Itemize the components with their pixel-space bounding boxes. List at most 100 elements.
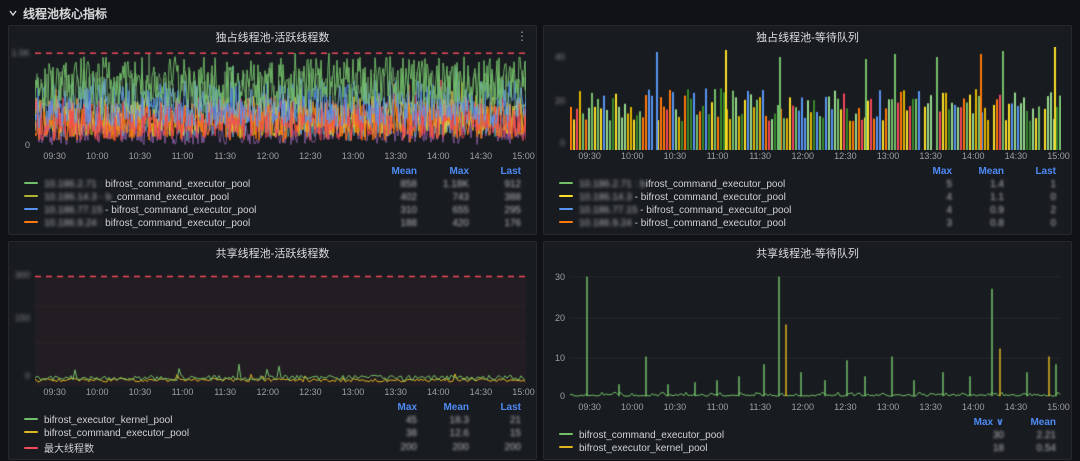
panel-title[interactable]: 独占线程池-活跃线程数 <box>216 29 330 45</box>
legend-row: 10.186.14.3 - b_command_executor_pool 402… <box>21 191 524 204</box>
legend-value: 18 <box>992 443 1004 454</box>
legend-row: bifrost_executor_kernel_pool 45 18.3 21 <box>21 414 524 427</box>
x-axis-tick: 15:00 <box>512 387 535 397</box>
legend-series-label[interactable]: _command_executor_pool <box>111 192 229 203</box>
x-axis-tick: 12:30 <box>299 151 322 161</box>
legend-row: bifrost_command_executor_pool 30 2.21 <box>556 429 1059 442</box>
legend-value: 15 <box>509 428 521 439</box>
legend-value: 200 <box>452 442 469 453</box>
x-axis-tick: 13:30 <box>919 402 942 412</box>
legend-col-header[interactable]: Mean <box>955 165 1007 178</box>
panel-body: 40 20 0 09:30 10:00 10:30 11:00 11:30 12:00 12:3… <box>544 47 1071 234</box>
panel-body: 1.5K 0 09:30 10:00 10:30 11:00 11:30 12:00 12:3… <box>9 47 536 234</box>
x-axis-tick: 12:00 <box>791 151 815 161</box>
legend-col-header[interactable]: Max <box>903 165 955 178</box>
legend-series-label[interactable]: bifrost_executor_kernel_pool <box>579 443 707 454</box>
chart-canvas[interactable] <box>35 263 526 386</box>
legend-col-header[interactable]: Mean <box>1007 416 1059 429</box>
legend-col-header[interactable]: Max <box>420 165 472 178</box>
x-axis-tick: 11:00 <box>171 387 194 397</box>
x-axis: 09:30 10:00 10:30 11:00 11:30 12:00 12:30 13:00… <box>35 387 534 400</box>
x-axis-tick: 10:30 <box>128 151 152 161</box>
panel-body: 30 20 10 0 09:30 10:00 10:30 11:00 11:30 12:00 12… <box>544 263 1071 459</box>
x-axis-tick: 14:30 <box>469 151 493 161</box>
legend-series-label[interactable]: bifrost_command_executor_pool <box>579 430 724 441</box>
x-axis-tick: 13:00 <box>341 387 365 397</box>
row-collapse-chevron-icon[interactable] <box>8 8 18 18</box>
y-axis-tick: 20 <box>554 95 565 106</box>
plot-area <box>35 47 526 150</box>
legend-series-label[interactable]: - bifrost_command_executor_pool <box>637 205 791 216</box>
legend-col-header[interactable]: Max ∨ <box>955 416 1007 429</box>
legend-value: 45 <box>405 415 417 426</box>
legend-row: 10.186.9.24 : bifrost_command_executor_p… <box>21 217 524 230</box>
x-axis-tick: 13:30 <box>384 387 407 397</box>
legend-series-swatch-icon <box>24 446 38 449</box>
x-axis-tick: 14:30 <box>469 387 493 397</box>
legend-series-swatch-icon <box>24 220 38 223</box>
dashboard-row-header[interactable]: 线程池核心指标 <box>8 5 1072 21</box>
x-axis-tick: 10:30 <box>128 387 152 397</box>
y-axis-tick: 300 <box>14 270 30 281</box>
x-axis: 09:30 10:00 10:30 11:00 11:30 12:00 12:30 13:00… <box>35 151 534 164</box>
panel-body: 300 150 0 09:30 10:00 10:30 11:00 11:30 12:00 12… <box>9 263 536 459</box>
legend-series-swatch-icon <box>24 417 38 420</box>
panel-title[interactable]: 共享线程池-活跃线程数 <box>216 245 330 261</box>
legend-col-header[interactable]: Last <box>472 165 524 178</box>
legend-col-header[interactable]: Last <box>1007 165 1059 178</box>
legend-col-header[interactable]: Mean <box>368 165 420 178</box>
x-axis-tick: 12:00 <box>791 402 815 412</box>
x-axis-tick: 14:00 <box>962 151 985 161</box>
legend-series-swatch-icon <box>24 194 38 197</box>
chart-canvas[interactable] <box>570 263 1061 401</box>
legend-series-label[interactable]: - bifrost_command_executor_pool <box>632 218 786 229</box>
legend-col-header[interactable]: Mean <box>420 401 472 414</box>
panel-header[interactable]: 独占线程池-等待队列 <box>544 26 1071 47</box>
legend: Max Mean Last bifrost_executor_kernel_pool 4… <box>9 400 536 459</box>
legend-value: 0 <box>1050 218 1056 229</box>
legend-series-label[interactable]: - bifrost_command_executor_pool <box>102 205 256 216</box>
y-axis-tick: 0 <box>559 137 565 148</box>
legend-series-label[interactable]: 最大线程数 <box>44 444 94 455</box>
panel-exclusive-pool-active-threads: 独占线程池-活跃线程数 ⋮ 1.5K 0 09:30 10:00 10:30 11:00… <box>8 25 537 235</box>
legend-value: 0.8 <box>990 218 1004 229</box>
y-axis-tick: 30 <box>554 271 565 282</box>
x-axis-tick: 15:00 <box>512 151 535 161</box>
legend-series-label[interactable]: ifrost_command_executor_pool <box>646 179 786 190</box>
row-title[interactable]: 线程池核心指标 <box>23 5 107 22</box>
legend-row: 10.186.2.71 : bifrost_command_executor_p… <box>556 178 1059 191</box>
legend-col-header[interactable]: Last <box>472 401 524 414</box>
x-axis-tick: 11:00 <box>171 151 194 161</box>
panel-title[interactable]: 独占线程池-等待队列 <box>756 29 859 45</box>
legend-series-swatch-icon <box>559 207 573 210</box>
x-axis-tick: 12:00 <box>256 151 280 161</box>
legend-series-label[interactable]: bifrost_command_executor_pool <box>44 428 189 439</box>
x-axis-tick: 10:30 <box>663 151 687 161</box>
legend-series-swatch-icon <box>24 430 38 433</box>
legend-value: 310 <box>400 205 417 216</box>
x-axis-tick: 11:00 <box>706 402 729 412</box>
legend-series-label[interactable]: - bifrost_command_executor_pool <box>632 192 786 203</box>
chart-canvas[interactable] <box>570 47 1061 150</box>
legend-series-label[interactable]: bifrost_executor_kernel_pool <box>44 415 172 426</box>
legend-series-prefix: 10.186.2.71 : b <box>579 179 646 190</box>
x-axis-tick: 10:00 <box>86 387 109 397</box>
panel-header[interactable]: 共享线程池-等待队列 <box>544 242 1071 263</box>
legend-value: 420 <box>452 218 469 229</box>
chart-canvas[interactable] <box>35 47 526 150</box>
panel-header[interactable]: 共享线程池-活跃线程数 <box>9 242 536 263</box>
legend-series-prefix: 10.186.77.15 <box>44 205 103 216</box>
legend-value: 12.6 <box>449 428 469 439</box>
panel-header[interactable]: 独占线程池-活跃线程数 ⋮ <box>9 26 536 47</box>
legend-series-label[interactable]: bifrost_command_executor_pool <box>102 179 250 190</box>
y-axis-tick: 40 <box>554 52 565 63</box>
panel-grid: 独占线程池-活跃线程数 ⋮ 1.5K 0 09:30 10:00 10:30 11:00… <box>8 25 1072 460</box>
legend-series-label[interactable]: bifrost_command_executor_pool <box>102 218 250 229</box>
y-axis: 300 150 0 <box>9 263 35 386</box>
legend-col-header[interactable]: Max <box>368 401 420 414</box>
x-axis-tick: 15:00 <box>1047 402 1070 412</box>
panel-menu-icon[interactable]: ⋮ <box>516 28 528 45</box>
x-axis-tick: 13:30 <box>919 151 942 161</box>
panel-title[interactable]: 共享线程池-等待队列 <box>756 245 859 261</box>
legend-value: 0.9 <box>990 205 1004 216</box>
